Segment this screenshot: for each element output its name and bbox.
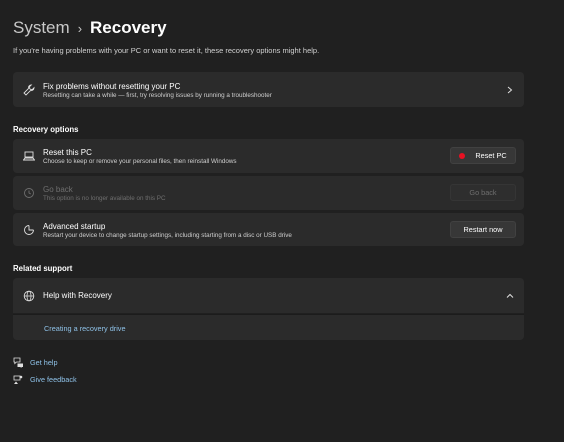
- creating-recovery-drive-link[interactable]: Creating a recovery drive: [44, 324, 126, 333]
- reset-pc-button-label: Reset PC: [475, 151, 507, 160]
- chevron-right-icon: ›: [77, 20, 83, 36]
- help-with-recovery-title: Help with Recovery: [43, 291, 112, 300]
- record-dot-icon: [459, 152, 466, 159]
- restart-now-button[interactable]: Restart now: [450, 221, 516, 238]
- reset-pc-button[interactable]: Reset PC: [450, 147, 516, 164]
- reset-pc-title: Reset this PC: [43, 148, 92, 157]
- go-back-subtitle: This option is no longer available on th…: [43, 195, 166, 202]
- fix-problems-card[interactable]: Fix problems without resetting your PC R…: [13, 72, 524, 107]
- intro-text: If you're having problems with your PC o…: [13, 46, 320, 55]
- globe-icon: [22, 289, 35, 302]
- get-help-label: Get help: [30, 358, 58, 367]
- help-with-recovery-content: Creating a recovery drive: [13, 314, 524, 340]
- advanced-startup-subtitle: Restart your device to change startup se…: [43, 232, 292, 239]
- history-icon: [22, 186, 35, 199]
- feedback-icon: [13, 374, 24, 385]
- go-back-card: Go back This option is no longer availab…: [13, 176, 524, 210]
- reset-pc-subtitle: Choose to keep or remove your personal f…: [43, 158, 237, 165]
- go-back-button[interactable]: Go back: [450, 184, 516, 201]
- advanced-startup-icon: [22, 223, 35, 236]
- give-feedback-link[interactable]: Give feedback: [13, 374, 77, 385]
- breadcrumb-system[interactable]: System: [13, 18, 70, 38]
- restart-now-button-label: Restart now: [463, 225, 503, 234]
- reset-pc-icon: [22, 149, 35, 162]
- reset-pc-card: Reset this PC Choose to keep or remove y…: [13, 139, 524, 173]
- go-back-title: Go back: [43, 185, 73, 194]
- give-feedback-label: Give feedback: [30, 375, 77, 384]
- wrench-icon: [22, 83, 35, 96]
- fix-problems-subtitle: Resetting can take a while — first, try …: [43, 92, 272, 99]
- chevron-up-icon: [506, 292, 514, 300]
- help-icon: [13, 357, 24, 368]
- chevron-right-icon: [506, 86, 514, 94]
- get-help-link[interactable]: Get help: [13, 357, 58, 368]
- recovery-options-heading: Recovery options: [13, 125, 79, 134]
- help-with-recovery-expander[interactable]: Help with Recovery: [13, 278, 524, 313]
- advanced-startup-title: Advanced startup: [43, 222, 106, 231]
- related-support-heading: Related support: [13, 264, 73, 273]
- page-title: Recovery: [90, 18, 167, 37]
- fix-problems-title: Fix problems without resetting your PC: [43, 82, 181, 91]
- breadcrumb: System › Recovery: [13, 17, 167, 39]
- go-back-button-label: Go back: [469, 188, 497, 197]
- advanced-startup-card: Advanced startup Restart your device to …: [13, 213, 524, 246]
